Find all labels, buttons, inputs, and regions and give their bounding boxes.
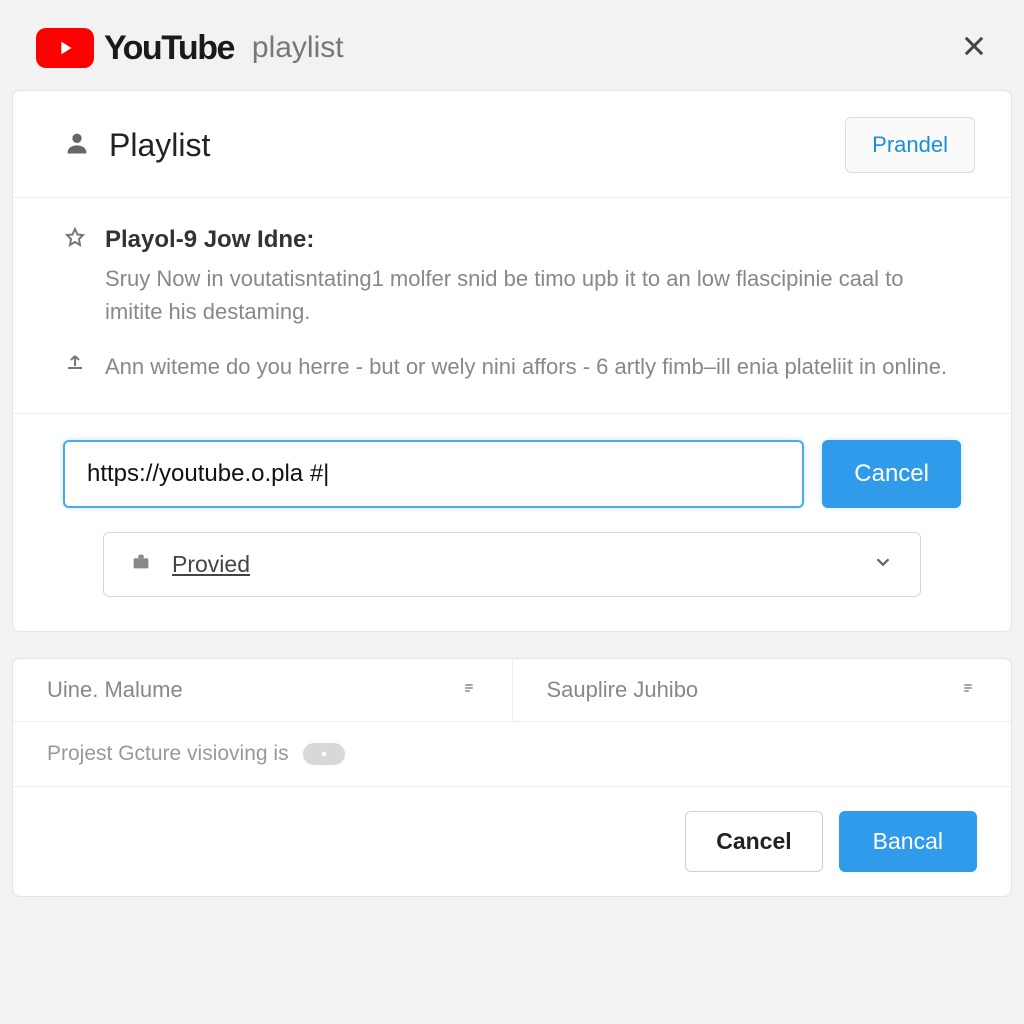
- url-input[interactable]: [63, 440, 804, 508]
- sort-icon: [460, 679, 478, 702]
- header-subtitle: playlist: [252, 31, 344, 65]
- star-icon: [63, 226, 87, 255]
- upload-icon: [63, 350, 87, 379]
- card-title: Playlist: [109, 127, 210, 164]
- column-2[interactable]: Sauplire Juhibo: [512, 659, 1012, 721]
- url-action-button[interactable]: Cancel: [822, 440, 961, 508]
- dialog-header: YouTube playlist: [0, 0, 1024, 90]
- divider: [13, 413, 1011, 414]
- info1-title: Playol-9 Jow Idne:: [105, 226, 961, 254]
- cancel-button[interactable]: Cancel: [685, 811, 822, 872]
- briefcase-icon: [130, 551, 152, 578]
- select-label: Provied: [172, 551, 250, 578]
- info1-description: Sruy Now in voutatisntating1 molfer snid…: [105, 262, 961, 328]
- status-pill[interactable]: [303, 743, 345, 765]
- col1-label: Uine. Malume: [47, 677, 183, 703]
- brand-text: YouTube: [104, 29, 234, 68]
- close-icon[interactable]: [960, 32, 988, 65]
- provied-select[interactable]: Provied: [103, 532, 921, 597]
- footer-actions: Cancel Bancal: [13, 787, 1011, 896]
- status-text: Projest Gcture visioving is: [47, 742, 289, 766]
- info-row-2: Ann witeme do you herre - but or wely ni…: [63, 350, 961, 383]
- column-headers: Uine. Malume Sauplire Juhibo: [13, 659, 1011, 722]
- playlist-card: Playlist Prandel Playol-9 Jow Idne: Sruy…: [12, 90, 1012, 632]
- person-icon: [63, 129, 91, 162]
- column-1[interactable]: Uine. Malume: [13, 659, 512, 721]
- confirm-button[interactable]: Bancal: [839, 811, 977, 872]
- col2-label: Sauplire Juhibo: [547, 677, 699, 703]
- chevron-down-icon: [872, 551, 894, 578]
- url-row: Cancel: [63, 440, 961, 508]
- sort-icon: [959, 679, 977, 702]
- info2-text: Ann witeme do you herre - but or wely ni…: [105, 350, 961, 383]
- youtube-logo: YouTube: [36, 28, 234, 68]
- card-body: Playol-9 Jow Idne: Sruy Now in voutatisn…: [13, 198, 1011, 631]
- prandel-button[interactable]: Prandel: [845, 117, 975, 173]
- youtube-play-icon: [36, 28, 94, 68]
- info-row-1: Playol-9 Jow Idne: Sruy Now in voutatisn…: [63, 226, 961, 328]
- card-header: Playlist Prandel: [13, 91, 1011, 198]
- status-row: Projest Gcture visioving is: [13, 722, 1011, 787]
- lower-card: Uine. Malume Sauplire Juhibo Projest Gct…: [12, 658, 1012, 897]
